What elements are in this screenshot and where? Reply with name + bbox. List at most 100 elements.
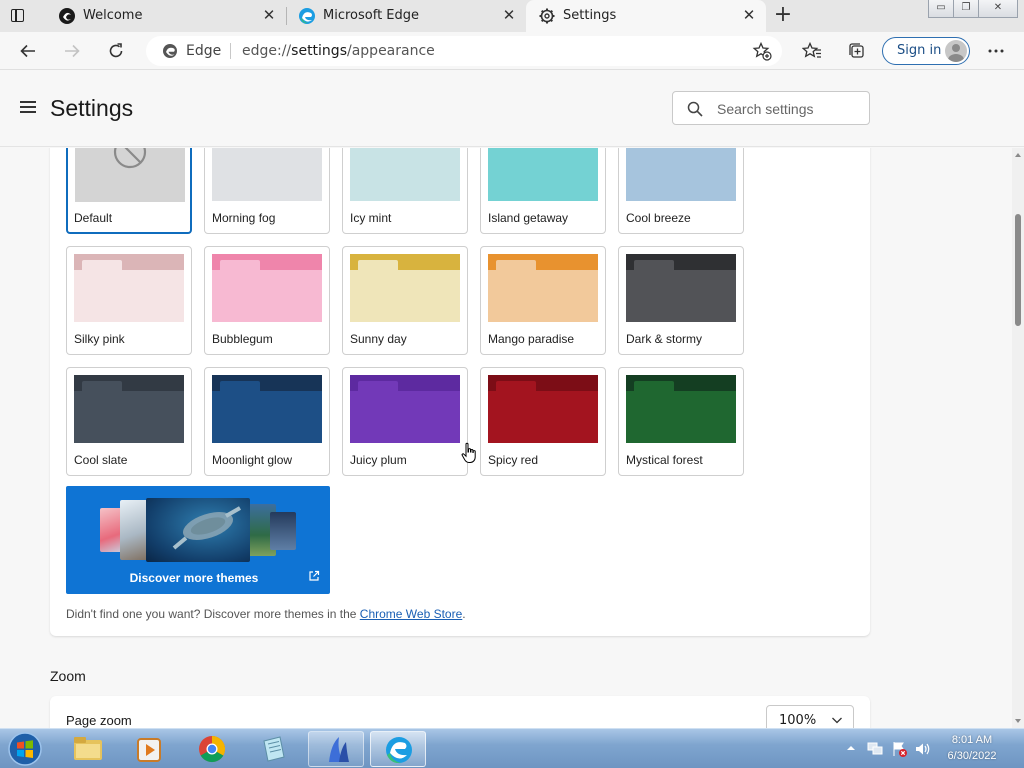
tab-strip: Welcome ✕ Microsoft Edge ✕ Settings ✕ + … <box>0 0 1024 32</box>
theme-tile[interactable]: Dark & stormy <box>618 246 744 355</box>
refresh-button[interactable] <box>102 37 130 65</box>
search-icon <box>687 101 703 117</box>
chrome-icon <box>199 735 226 763</box>
windows-start-icon[interactable] <box>6 731 44 767</box>
theme-name: Spicy red <box>488 453 539 467</box>
theme-name: Island getaway <box>488 211 569 225</box>
theme-name: Cool breeze <box>626 211 691 225</box>
scrollbar-thumb[interactable] <box>1015 214 1021 326</box>
taskbar-clock[interactable]: 8:01 AM 6/30/2022 <box>930 732 1014 764</box>
settings-header: Settings <box>0 71 1024 147</box>
page-zoom-label: Page zoom <box>66 713 132 728</box>
edge-favicon-icon <box>299 8 315 24</box>
theme-preview <box>74 375 184 443</box>
theme-tile[interactable]: Sunny day <box>342 246 468 355</box>
theme-tile[interactable]: Moonlight glow <box>204 367 330 476</box>
theme-name: Silky pink <box>74 332 125 346</box>
url-text[interactable]: edge://settings/appearance <box>242 43 435 59</box>
tab-welcome[interactable]: Welcome ✕ <box>46 0 287 32</box>
theme-tile[interactable]: Island getaway <box>480 148 606 234</box>
taskbar-media-player[interactable] <box>122 731 178 767</box>
address-toolbar: Edge edge://settings/appearance Sign in <box>0 32 1024 70</box>
chrome-web-store-link[interactable]: Chrome Web Store <box>360 607 463 621</box>
show-hidden-icons-icon[interactable] <box>846 743 856 753</box>
action-center-flag-icon[interactable] <box>890 740 908 758</box>
theme-tile[interactable]: Cool breeze <box>618 148 744 234</box>
tab-microsoft-edge[interactable]: Microsoft Edge ✕ <box>286 0 526 32</box>
theme-tile[interactable]: Bubblegum <box>204 246 330 355</box>
minimize-button[interactable]: ▭ <box>928 0 954 18</box>
collections-icon <box>849 43 864 58</box>
close-tab-icon[interactable]: ✕ <box>260 6 278 24</box>
media-player-icon <box>137 738 161 762</box>
tab-title: Microsoft Edge <box>323 8 420 23</box>
page-title: Settings <box>50 95 134 121</box>
close-tab-icon[interactable]: ✕ <box>500 6 518 24</box>
more-menu-button[interactable] <box>982 37 1010 65</box>
scroll-down-icon[interactable] <box>1015 718 1021 724</box>
theme-preview <box>212 254 322 322</box>
folder-icon <box>74 737 102 760</box>
theme-tile[interactable]: Default <box>66 148 192 234</box>
theme-preview <box>350 375 460 443</box>
tab-title: Settings <box>563 8 617 23</box>
theme-preview <box>212 375 322 443</box>
theme-tile[interactable]: Mystical forest <box>618 367 744 476</box>
menu-icon[interactable] <box>20 101 36 113</box>
chevron-down-icon <box>832 717 842 724</box>
theme-preview <box>626 375 736 443</box>
taskbar-app[interactable] <box>308 731 364 767</box>
theme-preview <box>626 148 736 201</box>
taskbar-edge[interactable] <box>370 731 426 767</box>
tab-settings[interactable]: Settings ✕ <box>526 0 766 32</box>
theme-name: Sunny day <box>350 332 407 346</box>
sign-in-label: Sign in <box>897 43 942 58</box>
theme-name: Juicy plum <box>350 453 407 467</box>
sign-in-button[interactable]: Sign in <box>882 37 970 65</box>
theme-name: Dark & stormy <box>626 332 703 346</box>
theme-tile[interactable]: Icy mint <box>342 148 468 234</box>
page-zoom-select[interactable]: 100% <box>766 705 854 728</box>
tab-title: Welcome <box>83 8 143 23</box>
theme-preview <box>350 148 460 201</box>
taskbar: 8:01 AM 6/30/2022 <box>0 728 1024 768</box>
maximize-button[interactable]: ❐ <box>953 0 979 18</box>
address-bar[interactable]: Edge edge://settings/appearance <box>146 36 782 66</box>
favorites-star-icon <box>802 41 821 58</box>
new-tab-button[interactable]: + <box>772 4 794 27</box>
collections-button[interactable] <box>842 37 870 65</box>
theme-tile[interactable]: Juicy plum <box>342 367 468 476</box>
theme-preview <box>488 375 598 443</box>
theme-name: Mango paradise <box>488 332 575 346</box>
discover-more-themes-button[interactable]: Discover more themes <box>66 486 330 594</box>
taskbar-file-explorer[interactable] <box>60 731 116 767</box>
close-tab-icon[interactable]: ✕ <box>740 6 758 24</box>
taskbar-notepad[interactable] <box>246 731 302 767</box>
favorites-button[interactable] <box>798 37 826 65</box>
network-icon[interactable] <box>866 740 884 758</box>
page-scrollbar[interactable] <box>1012 148 1024 728</box>
theme-tile[interactable]: Mango paradise <box>480 246 606 355</box>
back-button[interactable] <box>14 37 42 65</box>
theme-preview <box>488 254 598 322</box>
search-input[interactable] <box>717 99 862 119</box>
theme-preview <box>212 148 322 201</box>
sea-turtle-icon <box>172 506 241 550</box>
tab-actions-icon[interactable] <box>8 6 28 26</box>
edge-logo-icon <box>163 44 177 58</box>
theme-tile[interactable]: Cool slate <box>66 367 192 476</box>
taskbar-chrome[interactable] <box>184 731 240 767</box>
theme-preview <box>626 254 736 322</box>
close-window-button[interactable]: ✕ <box>978 0 1018 18</box>
theme-tile[interactable]: Morning fog <box>204 148 330 234</box>
refresh-icon <box>109 43 123 58</box>
theme-tile[interactable]: Spicy red <box>480 367 606 476</box>
scroll-up-icon[interactable] <box>1015 152 1021 158</box>
theme-tile[interactable]: Silky pink <box>66 246 192 355</box>
theme-preview <box>75 148 185 202</box>
add-favorite-icon[interactable] <box>752 41 772 61</box>
clock-date: 6/30/2022 <box>947 750 997 762</box>
settings-content: Default Morning fog Icy mint Island getaway… <box>0 148 1012 728</box>
search-settings[interactable] <box>672 91 870 125</box>
forward-button[interactable] <box>58 37 86 65</box>
